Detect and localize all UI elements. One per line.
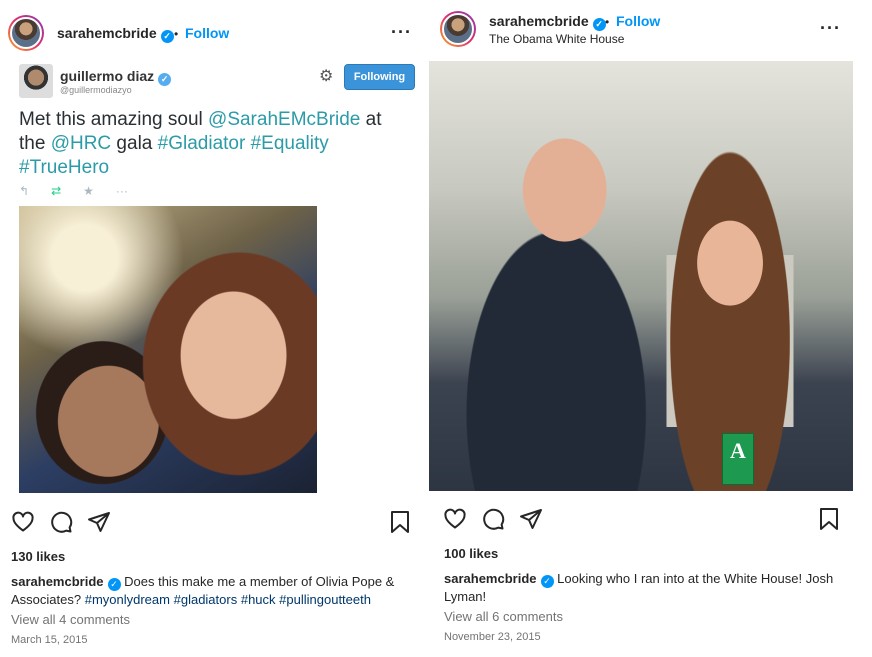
- bookmark-icon[interactable]: [389, 510, 411, 534]
- tweet-link: #Gladiator: [157, 133, 246, 154]
- post-header: sarahemcbride ✓ • Follow ···: [0, 0, 432, 62]
- tweet-link: @SarahEMcBride: [208, 109, 361, 130]
- caption: sarahemcbride ✓ Looking who I ran into at…: [444, 570, 854, 606]
- view-comments-link[interactable]: View all 4 comments: [11, 612, 130, 627]
- favorite-icon: ★: [83, 184, 94, 198]
- tweet-screenshot[interactable]: guillermo diaz ✓ @guillermodiazyo ⚙ Follo…: [10, 60, 422, 496]
- post-header: sarahemcbride ✓ • Follow The Obama White …: [432, 0, 872, 62]
- tweet-more-icon: ···: [115, 184, 128, 198]
- tweet-text-segment: Met this amazing soul: [19, 109, 209, 130]
- more-options-icon[interactable]: ···: [391, 22, 412, 43]
- username[interactable]: sarahemcbride ✓: [489, 13, 606, 31]
- verified-icon: ✓: [592, 18, 606, 31]
- follow-button[interactable]: Follow: [185, 25, 229, 41]
- tweet-link: #Equality: [250, 133, 329, 154]
- tweet-author-name: guillermo diaz ✓: [60, 68, 172, 86]
- more-options-icon[interactable]: ···: [820, 18, 841, 39]
- likes-count[interactable]: 130 likes: [11, 549, 65, 564]
- caption: sarahemcbride ✓ Does this make me a membe…: [11, 573, 423, 609]
- hashtag[interactable]: #myonlydream: [85, 592, 170, 607]
- caption-username[interactable]: sarahemcbride: [11, 574, 104, 589]
- hashtag[interactable]: #gladiators: [174, 592, 238, 607]
- view-comments-link[interactable]: View all 6 comments: [444, 609, 563, 624]
- heart-icon[interactable]: [443, 507, 467, 531]
- post-left: sarahemcbride ✓ • Follow ··· guillermo di…: [0, 0, 432, 657]
- post-right: sarahemcbride ✓ • Follow The Obama White …: [429, 0, 872, 657]
- tweet-text-segment: gala: [111, 133, 158, 154]
- appointment-badge: A: [722, 433, 754, 485]
- separator-dot: •: [605, 15, 610, 29]
- comment-icon[interactable]: [49, 510, 73, 534]
- heart-icon[interactable]: [11, 510, 35, 534]
- follow-button[interactable]: Follow: [616, 13, 660, 29]
- gear-icon: ⚙: [319, 68, 334, 85]
- tweet-avatar: [19, 64, 53, 98]
- share-icon[interactable]: [87, 510, 111, 534]
- tweet-following-button: Following: [344, 64, 415, 90]
- post-date: November 23, 2015: [444, 631, 541, 643]
- hashtag[interactable]: #pullingoutteeth: [279, 592, 371, 607]
- username[interactable]: sarahemcbride ✓: [57, 25, 174, 43]
- comment-icon[interactable]: [481, 507, 505, 531]
- likes-count[interactable]: 100 likes: [444, 546, 498, 561]
- tweet-photo: [19, 206, 317, 493]
- reply-icon: ↰: [19, 184, 30, 198]
- hashtag[interactable]: #huck: [241, 592, 276, 607]
- retweet-icon: ⇄: [51, 184, 62, 198]
- verified-icon: ✓: [158, 73, 172, 86]
- verified-icon: ✓: [107, 578, 121, 591]
- post-date: March 15, 2015: [11, 634, 88, 646]
- bookmark-icon[interactable]: [818, 507, 840, 531]
- verified-icon: ✓: [540, 575, 554, 588]
- location-link[interactable]: The Obama White House: [489, 32, 624, 46]
- avatar[interactable]: [8, 15, 44, 51]
- tweet-text: Met this amazing soul @SarahEMcBride at …: [19, 108, 409, 180]
- tweet-link: @HRC: [50, 133, 112, 154]
- avatar[interactable]: [440, 11, 476, 47]
- post-photo[interactable]: A: [429, 61, 853, 491]
- tweet-handle: @guillermodiazyo: [60, 85, 132, 95]
- verified-icon: ✓: [160, 30, 174, 43]
- separator-dot: •: [174, 27, 179, 41]
- tweet-actions: ↰ ⇄ ★ ···: [19, 184, 150, 198]
- share-icon[interactable]: [519, 507, 543, 531]
- tweet-link: #TrueHero: [19, 157, 110, 178]
- caption-username[interactable]: sarahemcbride: [444, 571, 537, 586]
